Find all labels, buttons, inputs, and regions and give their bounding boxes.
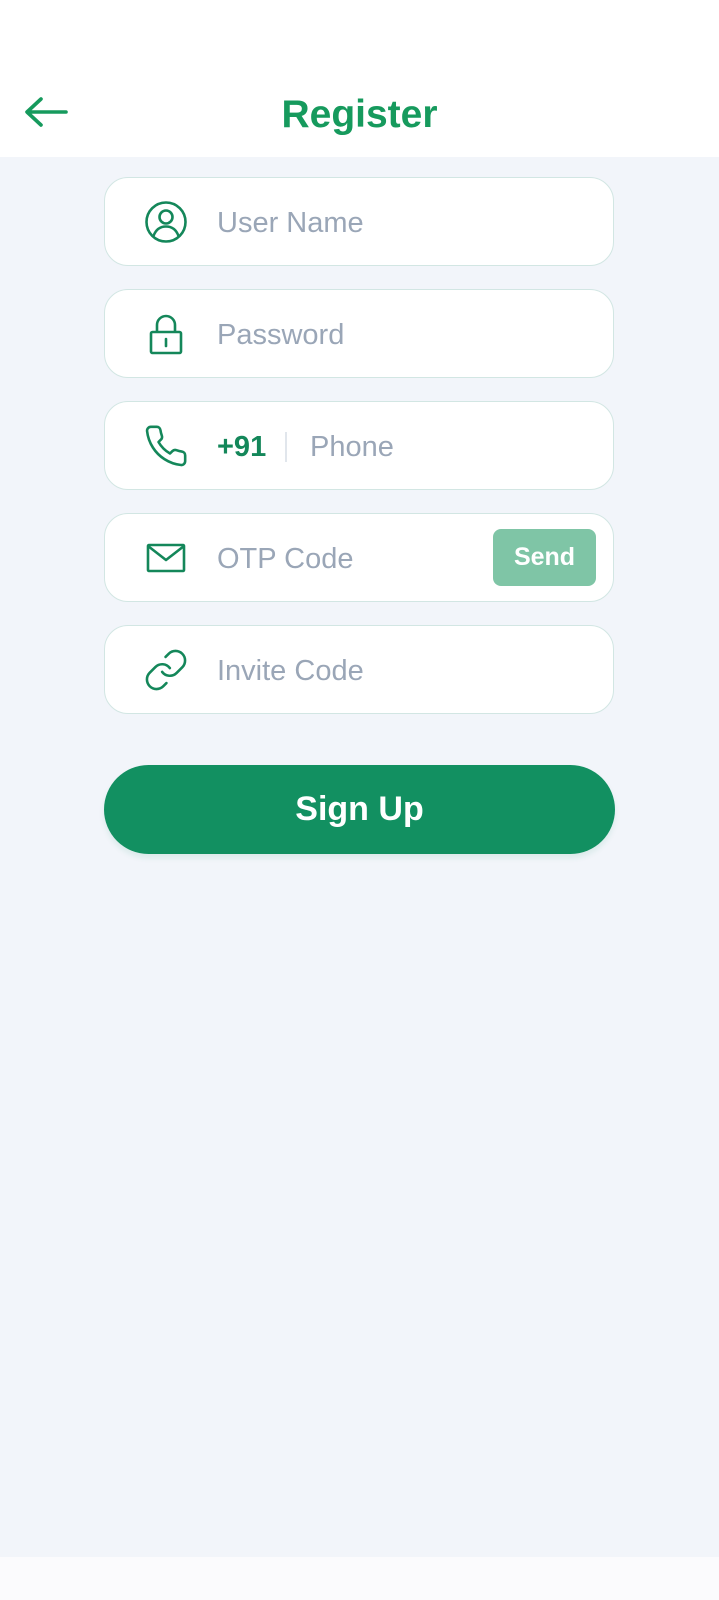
divider <box>285 432 287 462</box>
bottom-bar <box>0 1557 719 1600</box>
send-otp-button[interactable]: Send <box>493 529 596 586</box>
mail-icon <box>143 535 189 581</box>
password-input[interactable] <box>217 312 467 358</box>
phone-input[interactable] <box>310 424 590 470</box>
invite-field <box>104 625 614 714</box>
phone-icon <box>143 423 189 469</box>
register-form-area: +91 Send Sign Up <box>0 157 719 1557</box>
user-circle-icon <box>143 199 189 245</box>
username-field <box>104 177 614 266</box>
phone-field: +91 <box>104 401 614 490</box>
otp-field: Send <box>104 513 614 602</box>
app-header: Register <box>0 0 719 157</box>
password-field <box>104 289 614 378</box>
link-icon <box>143 647 189 693</box>
lock-icon <box>143 311 189 357</box>
country-code[interactable]: +91 <box>217 424 266 470</box>
otp-input[interactable] <box>217 536 467 582</box>
username-input[interactable] <box>217 200 467 246</box>
page-title: Register <box>281 93 438 136</box>
sign-up-button[interactable]: Sign Up <box>104 765 615 854</box>
invite-code-input[interactable] <box>217 648 467 694</box>
